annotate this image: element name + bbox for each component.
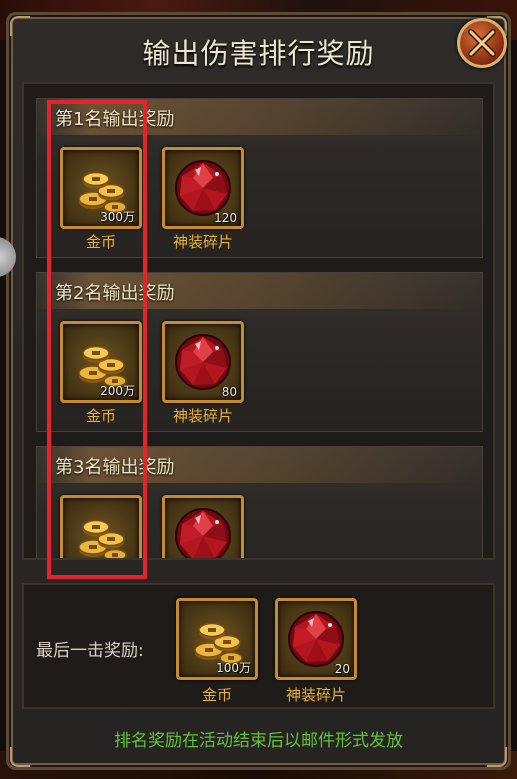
close-icon — [468, 29, 496, 57]
item-label: 神装碎片 — [172, 233, 233, 251]
item-quantity: 100万 — [216, 661, 251, 675]
item-quantity: 80 — [221, 385, 237, 399]
reward-slot-gem[interactable]: 80 — [162, 321, 244, 403]
item-label: 金币 — [201, 686, 232, 704]
reward-slot-gem[interactable] — [162, 495, 244, 558]
last-hit-slot-gem[interactable]: 20 — [275, 598, 357, 680]
item-label: 神装碎片 — [285, 686, 346, 704]
red-gem-fragment-icon — [175, 508, 231, 558]
dialog-title: 输出伤害排行奖励 — [142, 37, 375, 70]
item-quantity: 120 — [214, 211, 237, 225]
item-label: 神装碎片 — [172, 407, 233, 425]
close-button[interactable] — [457, 18, 507, 68]
last-hit-label: 最后一击奖励: — [36, 641, 144, 661]
reward-slot-gem[interactable]: 120 — [162, 147, 244, 229]
highlight-box — [47, 100, 147, 579]
item-quantity: 20 — [334, 662, 350, 676]
last-hit-slot-gold[interactable]: 100万 — [176, 598, 258, 680]
footer-note: 排名奖励在活动结束后以邮件形式发放 — [114, 731, 403, 751]
